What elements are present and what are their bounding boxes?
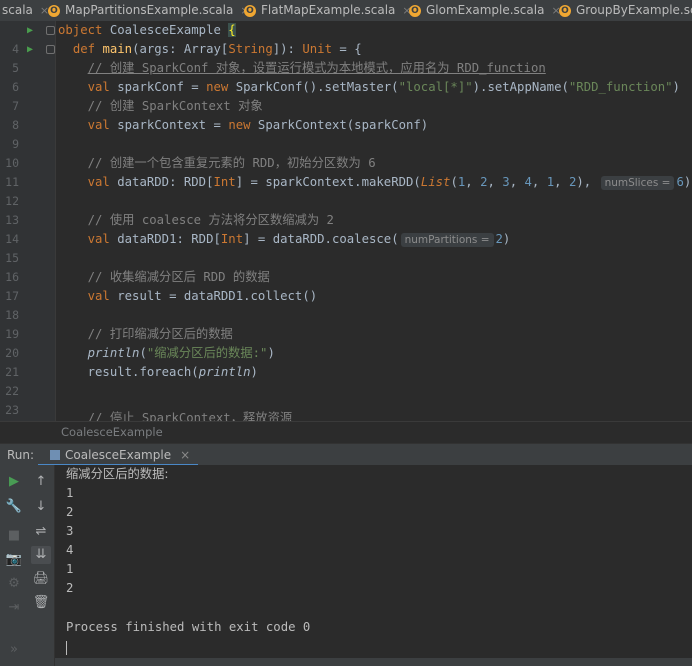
tab-label: FlatMapExample.scala xyxy=(261,3,396,17)
console-line: 1 xyxy=(66,486,74,500)
code-line-6: 6 // 创建 SparkConf 对象，设置运行模式为本地模式，应用名为 RD… xyxy=(0,59,692,94)
close-icon[interactable]: × xyxy=(180,448,190,462)
console-line: 缩减分区后的数据: xyxy=(66,467,169,481)
code-line-13: 13 xyxy=(0,192,692,227)
tab-previous-scala[interactable]: scala × xyxy=(2,0,49,21)
scala-object-icon: O xyxy=(409,4,421,17)
process-exit-message: Process finished with exit code 0 xyxy=(66,620,311,634)
scala-object-icon: O xyxy=(48,4,60,17)
code-line-11: 11 // 创建一个包含重复元素的 RDD，初始分区数为 6 xyxy=(0,154,692,189)
code-line-18: 18 val result = dataRDD1.collect() xyxy=(0,287,692,322)
tab-flatmap-example[interactable]: O FlatMapExample.scala × xyxy=(244,0,412,21)
breadcrumb[interactable]: CoalesceExample xyxy=(0,421,692,443)
login-icon[interactable]: ⇥ xyxy=(4,599,24,617)
camera-icon[interactable]: 📷 xyxy=(4,551,24,569)
run-gutter-icon[interactable]: ▶ xyxy=(27,21,33,40)
tab-label: GroupByExample.scal xyxy=(576,3,692,17)
code-line-8: 8 // 创建 SparkContext 对象 xyxy=(0,97,692,132)
scroll-to-end-icon[interactable]: ⇊ xyxy=(31,546,51,564)
run-panel-header: Run: CoalesceExample × xyxy=(0,443,692,466)
run-tab-label: CoalesceExample xyxy=(65,448,172,462)
code-line-22: 22 result.foreach(println) xyxy=(0,363,692,398)
code-line-9: 9 val sparkContext = new SparkContext(sp… xyxy=(0,116,692,151)
tab-glom-example[interactable]: O GlomExample.scala × xyxy=(409,0,561,21)
scala-object-icon: O xyxy=(244,4,256,17)
console-icon xyxy=(50,450,60,460)
soft-wrap-icon[interactable]: ⇌ xyxy=(31,523,51,541)
wrench-icon[interactable]: 🔧 xyxy=(4,498,24,516)
code-line-12: 12 val dataRDD: RDD[Int] = sparkContext.… xyxy=(0,173,692,208)
code-line-4: 4 ▶ object CoalesceExample { xyxy=(0,21,692,56)
code-line-16: 16 xyxy=(0,249,692,284)
code-line-17: 17 // 收集缩减分区后 RDD 的数据 xyxy=(0,268,692,303)
run-toolbar-right: ↑ ↓ ⇌ ⇊ 🖨 🗑 xyxy=(28,465,55,666)
settings-icon[interactable]: ⚙ xyxy=(4,575,24,593)
code-line-21: 21 println("缩减分区后的数据:") xyxy=(0,344,692,379)
rerun-icon[interactable]: ▶ xyxy=(4,473,24,491)
console-line: 2 xyxy=(66,581,74,595)
code-line-7: 7 val sparkConf = new SparkConf().setMas… xyxy=(0,78,692,113)
console-line: 3 xyxy=(66,524,74,538)
fold-icon[interactable] xyxy=(46,45,55,54)
matched-brace: { xyxy=(228,23,236,37)
code-line-24: 24 // 停止 SparkContext，释放资源 xyxy=(87,411,293,421)
tab-run-coalesce-example[interactable]: CoalesceExample × xyxy=(38,444,199,466)
tab-mappartitions-example[interactable]: O MapPartitionsExample.scala × xyxy=(48,0,250,21)
text-cursor xyxy=(66,641,67,655)
stop-icon[interactable]: ■ xyxy=(4,527,24,545)
editor-tab-bar: scala × O MapPartitionsExample.scala × O… xyxy=(0,0,692,22)
code-line-15: 15 val dataRDD1: RDD[Int] = dataRDD.coal… xyxy=(0,230,692,265)
code-line-14: 14 // 使用 coalesce 方法将分区数缩减为 2 xyxy=(0,211,692,246)
code-editor[interactable]: 4 ▶ object CoalesceExample { 5 ▶ def mai… xyxy=(0,21,692,421)
tab-label: scala xyxy=(2,3,33,17)
trash-icon[interactable]: 🗑 xyxy=(31,594,51,612)
arrow-down-icon[interactable]: ↓ xyxy=(31,498,51,516)
run-gutter-icon[interactable]: ▶ xyxy=(27,40,33,59)
print-icon[interactable]: 🖨 xyxy=(31,570,51,588)
run-toolbar-left: ▶ 🔧 ■ 📷 ⚙ ⇥ » xyxy=(0,465,29,666)
breadcrumb-item[interactable]: CoalesceExample xyxy=(61,422,163,443)
code-line-10: 10 xyxy=(0,135,692,170)
tab-label: GlomExample.scala xyxy=(426,3,545,17)
fold-icon[interactable] xyxy=(46,26,55,35)
console-line: 4 xyxy=(66,543,74,557)
code-line-19: 19 xyxy=(0,306,692,341)
code-line-20: 20 // 打印缩减分区后的数据 xyxy=(0,325,692,360)
expand-icon[interactable]: » xyxy=(4,641,24,659)
parameter-hint: numPartitions = xyxy=(400,233,494,247)
parameter-hint: numSlices = xyxy=(600,176,675,190)
bottom-toolbar-strip xyxy=(55,658,692,666)
code-line-23: 23 xyxy=(0,382,692,417)
tab-label: MapPartitionsExample.scala xyxy=(65,3,234,17)
arrow-up-icon[interactable]: ↑ xyxy=(31,473,51,491)
code-line-5: 5 ▶ def main(args: Array[String]): Unit … xyxy=(0,40,692,75)
tab-groupby-example[interactable]: O GroupByExample.scal xyxy=(559,0,692,21)
run-label: Run: xyxy=(7,448,35,462)
scala-object-icon: O xyxy=(559,4,571,17)
console-output[interactable]: 缩减分区后的数据: 1 2 3 4 1 2 Process finished w… xyxy=(55,465,692,666)
console-line: 1 xyxy=(66,562,74,576)
console-line: 2 xyxy=(66,505,74,519)
